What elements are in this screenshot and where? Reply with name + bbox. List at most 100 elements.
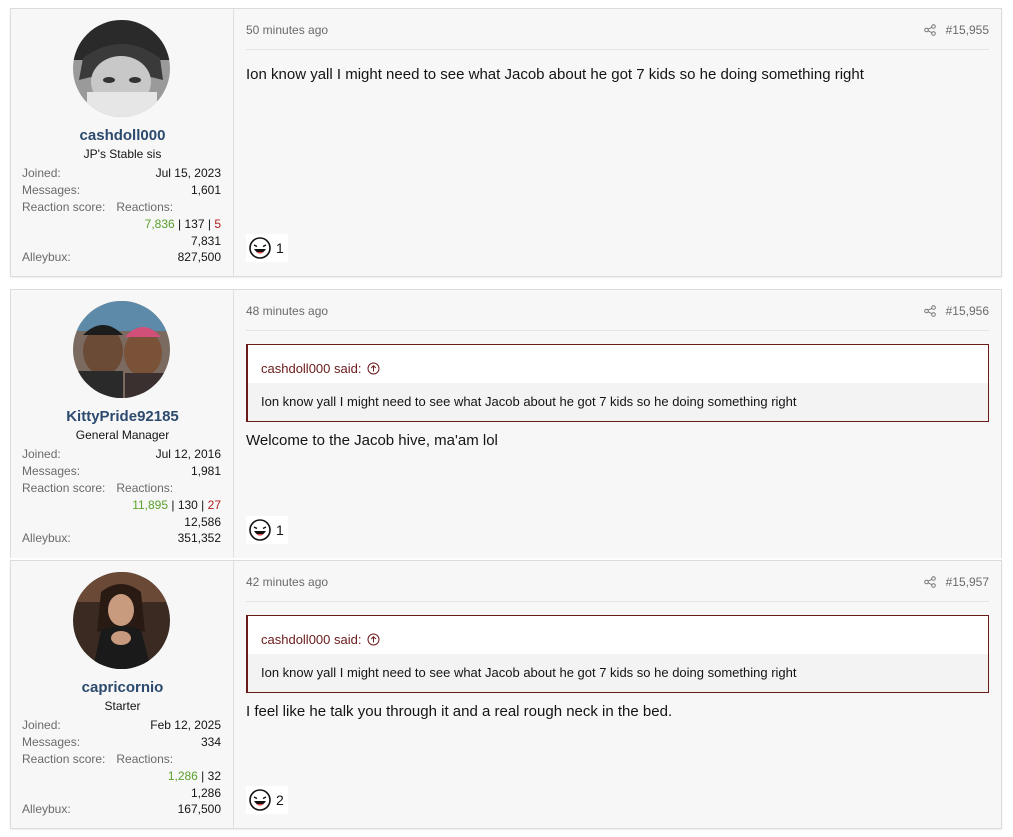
joined-label: Joined:: [22, 718, 61, 732]
messages-value[interactable]: 1,601: [191, 183, 221, 197]
stat-messages: Messages: 1,601: [22, 183, 221, 197]
reaction-breakdown: 7,836 | 137 | 5: [144, 217, 221, 231]
user-panel: capricornio Starter Joined: Feb 12, 2025…: [11, 561, 234, 828]
avatar[interactable]: [73, 301, 170, 398]
alleybux-value: 827,500: [177, 250, 221, 264]
reactions-neutral: 137: [184, 217, 205, 231]
quote-author[interactable]: cashdoll000 said:: [261, 361, 361, 376]
username[interactable]: cashdoll000: [11, 127, 234, 144]
reactions-negative: 27: [207, 498, 221, 512]
reaction-score-label: Reaction score:: [22, 200, 106, 214]
post-message: I feel like he talk you through it and a…: [246, 703, 673, 720]
share-icon[interactable]: [923, 24, 936, 36]
post-content: 48 minutes ago #15,956 cashdoll000 said:…: [234, 290, 1001, 558]
post-number[interactable]: #15,957: [946, 575, 989, 589]
share-icon[interactable]: [923, 305, 936, 317]
quote-author[interactable]: cashdoll000 said:: [261, 632, 361, 647]
alleybux-label: Alleybux:: [22, 802, 71, 816]
quote-block: cashdoll000 said: Ion know yall I might …: [246, 615, 989, 693]
arrow-up-circle-icon[interactable]: [367, 362, 380, 375]
post-15956: KittyPride92185 General Manager Joined: …: [10, 289, 1002, 558]
reactions-positive: 7,836: [144, 217, 175, 231]
avatar[interactable]: [73, 572, 170, 669]
reaction-score-value: 1,286: [190, 786, 221, 800]
joined-label: Joined:: [22, 447, 61, 461]
reaction-count[interactable]: 1: [276, 240, 284, 256]
laughing-emoji-icon[interactable]: [248, 518, 272, 542]
quote-block: cashdoll000 said: Ion know yall I might …: [246, 344, 989, 422]
user-panel: cashdoll000 JP's Stable sis Joined: Jul …: [11, 9, 234, 276]
arrow-up-circle-icon[interactable]: [367, 633, 380, 646]
post-time[interactable]: 48 minutes ago: [246, 304, 328, 318]
reaction-bar[interactable]: 2: [246, 786, 288, 814]
stat-reaction-score: Reaction score: Reactions:: [22, 200, 221, 214]
user-title: JP's Stable sis: [83, 147, 162, 161]
divider: [246, 601, 989, 602]
messages-label: Messages:: [22, 464, 81, 478]
post-15955: cashdoll000 JP's Stable sis Joined: Jul …: [10, 8, 1002, 277]
username[interactable]: KittyPride92185: [11, 408, 234, 425]
reaction-score-label: Reaction score:: [22, 481, 106, 495]
messages-value[interactable]: 1,981: [191, 464, 221, 478]
post-message: Welcome to the Jacob hive, ma'am lol: [246, 432, 498, 449]
post-number[interactable]: #15,956: [946, 304, 989, 318]
user-title: Starter: [104, 699, 141, 713]
reaction-bar[interactable]: 1: [246, 234, 288, 262]
post-15957: capricornio Starter Joined: Feb 12, 2025…: [10, 560, 1002, 829]
messages-value[interactable]: 334: [201, 735, 221, 749]
reactions-label: Reactions:: [116, 752, 174, 766]
laughing-emoji-icon[interactable]: [248, 788, 272, 812]
avatar[interactable]: [73, 20, 170, 117]
reaction-count[interactable]: 2: [276, 792, 284, 808]
stat-reaction-score: Reaction score: Reactions:: [22, 481, 221, 495]
reactions-label: Reactions:: [116, 200, 174, 214]
laughing-emoji-icon[interactable]: [248, 236, 272, 260]
post-meta: 48 minutes ago #15,956: [246, 302, 989, 320]
reaction-count[interactable]: 1: [276, 522, 284, 538]
joined-value: Feb 12, 2025: [150, 718, 221, 732]
reactions-positive: 1,286: [167, 769, 198, 783]
reactions-label: Reactions:: [116, 481, 174, 495]
reaction-breakdown: 1,286 | 32: [167, 769, 221, 783]
post-message: Ion know yall I might need to see what J…: [246, 66, 864, 83]
post-time[interactable]: 50 minutes ago: [246, 23, 328, 37]
post-meta: 42 minutes ago #15,957: [246, 573, 989, 591]
quote-header: cashdoll000 said:: [248, 345, 988, 381]
share-icon[interactable]: [923, 576, 936, 588]
alleybux-label: Alleybux:: [22, 250, 71, 264]
post-content: 50 minutes ago #15,955 Ion know yall I m…: [234, 9, 1001, 276]
stat-messages: Messages: 334: [22, 735, 221, 749]
post-number[interactable]: #15,955: [946, 23, 989, 37]
stat-alleybux: Alleybux: 827,500: [22, 250, 221, 264]
reaction-score-label: Reaction score:: [22, 752, 106, 766]
stat-joined: Joined: Jul 12, 2016: [22, 447, 221, 461]
stat-reaction-total: 1,286: [22, 786, 221, 800]
reactions-neutral: 32: [207, 769, 221, 783]
post-content: 42 minutes ago #15,957 cashdoll000 said:…: [234, 561, 1001, 828]
stat-alleybux: Alleybux: 351,352: [22, 531, 221, 545]
reaction-bar[interactable]: 1: [246, 516, 288, 544]
user-title: General Manager: [75, 428, 170, 442]
reaction-score-value: 12,586: [184, 515, 221, 529]
stat-reaction-score: Reaction score: Reactions:: [22, 752, 221, 766]
reactions-negative: 5: [214, 217, 221, 231]
divider: [246, 49, 989, 50]
stat-joined: Joined: Feb 12, 2025: [22, 718, 221, 732]
quote-text: Ion know yall I might need to see what J…: [248, 654, 988, 692]
stat-reaction-total: 7,831: [22, 234, 221, 248]
stat-alleybux: Alleybux: 167,500: [22, 802, 221, 816]
quote-header: cashdoll000 said:: [248, 616, 988, 652]
reaction-score-value: 7,831: [190, 234, 221, 248]
post-time[interactable]: 42 minutes ago: [246, 575, 328, 589]
messages-label: Messages:: [22, 183, 81, 197]
reactions-neutral: 130: [177, 498, 198, 512]
quote-text: Ion know yall I might need to see what J…: [248, 383, 988, 421]
alleybux-value: 351,352: [177, 531, 221, 545]
username[interactable]: capricornio: [11, 679, 234, 696]
messages-label: Messages:: [22, 735, 81, 749]
reactions-positive: 11,895: [132, 498, 169, 512]
alleybux-value: 167,500: [177, 802, 221, 816]
stat-joined: Joined: Jul 15, 2023: [22, 166, 221, 180]
joined-value: Jul 12, 2016: [155, 447, 221, 461]
alleybux-label: Alleybux:: [22, 531, 71, 545]
